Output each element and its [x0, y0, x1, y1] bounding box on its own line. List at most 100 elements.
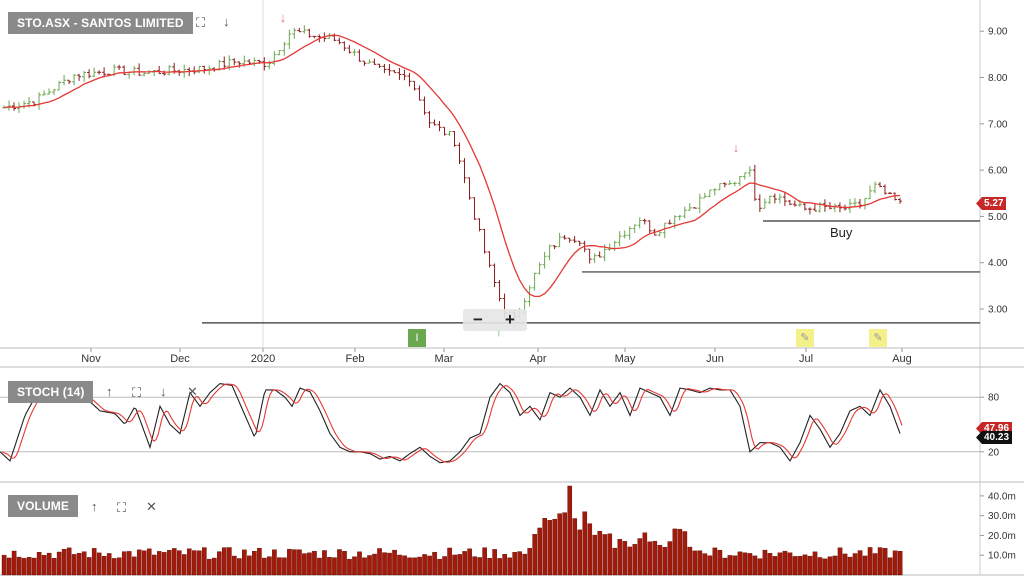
x-tick-label: May [615, 353, 636, 365]
volume-bar [166, 550, 172, 576]
fullscreen-icon[interactable]: ⛶ [196, 16, 205, 30]
volume-bar [497, 558, 502, 576]
zoom-in-button[interactable]: + [505, 310, 515, 330]
volume-bar [242, 549, 247, 576]
moving-average-line [3, 34, 901, 298]
volume-bar [91, 548, 97, 576]
volume-bar [892, 550, 898, 576]
fullscreen-icon[interactable]: ⛶ [117, 501, 126, 515]
volume-bar [96, 552, 102, 576]
volume-bar [382, 552, 387, 576]
volume-bar [797, 556, 803, 576]
volume-bar [41, 555, 47, 576]
volume-bar [337, 549, 342, 576]
volume-bar [737, 551, 743, 576]
note-marker-icon[interactable]: ✎ [869, 329, 887, 347]
volume-bar [447, 547, 452, 576]
volume-bar [852, 553, 858, 576]
volume-bar [267, 556, 272, 576]
volume-bar [71, 554, 77, 576]
volume-bar [171, 548, 177, 576]
volume-bar [857, 550, 863, 576]
volume-bar [752, 555, 758, 576]
price-bars [2, 25, 902, 318]
volume-bar [662, 546, 668, 576]
symbol-title-badge[interactable]: STO.ASX - SANTOS LIMITED [8, 12, 193, 34]
volume-bar [307, 552, 312, 576]
volume-bar [176, 550, 182, 576]
volume-bar [262, 557, 267, 576]
x-tick-label: Jun [706, 353, 724, 365]
volume-bar [687, 546, 693, 576]
volume-bar [106, 553, 112, 576]
volume-bar [217, 551, 222, 576]
event-marker[interactable]: I [408, 329, 426, 347]
volume-bar [727, 555, 733, 576]
arrow-down-icon[interactable]: ↓ [223, 15, 230, 29]
volume-bar [652, 541, 658, 576]
volume-bar [572, 518, 578, 576]
volume-bar [642, 532, 648, 576]
y-tick-label: 20 [988, 447, 1000, 458]
y-tick-label: 3.00 [988, 305, 1008, 316]
volume-bar [612, 547, 618, 576]
y-tick-label: 30.0m [988, 511, 1016, 522]
volume-bar [136, 549, 142, 576]
volume-bar [21, 558, 27, 576]
y-tick-label: 6.00 [988, 166, 1008, 177]
volume-bar [397, 554, 402, 576]
fullscreen-icon[interactable]: ⛶ [132, 386, 141, 400]
volume-bar [782, 550, 788, 576]
zoom-out-button[interactable]: − [473, 310, 483, 330]
volume-bar [517, 551, 522, 576]
stoch-d-value-tag: 40.23 [976, 431, 1013, 444]
y-tick-label: 40.0m [988, 491, 1016, 502]
volume-bar [887, 557, 893, 576]
x-tick-label: Apr [529, 353, 546, 365]
volume-bar [427, 555, 432, 576]
volume-bar [717, 550, 723, 576]
volume-bar [457, 554, 462, 576]
close-icon[interactable]: ✕ [146, 500, 157, 514]
volume-bar [697, 550, 703, 576]
volume-title-badge[interactable]: VOLUME [8, 495, 78, 517]
volume-bar [156, 551, 162, 576]
volume-bar [16, 556, 22, 576]
volume-bar [121, 551, 127, 576]
volume-bar [116, 557, 122, 576]
volume-bar [292, 549, 297, 576]
volume-bar [707, 555, 713, 576]
volume-bar [862, 555, 868, 576]
volume-bar [587, 523, 593, 576]
volume-bar [207, 558, 212, 576]
volume-bar [877, 547, 883, 576]
volume-bar [327, 557, 332, 576]
volume-bar [442, 556, 447, 576]
stoch-title-badge[interactable]: STOCH (14) [8, 381, 94, 403]
note-marker-icon[interactable]: ✎ [796, 329, 814, 347]
volume-bar [472, 556, 477, 576]
volume-bar [657, 545, 663, 576]
arrow-down-icon[interactable]: ↓ [160, 385, 167, 399]
volume-bar [667, 541, 673, 576]
close-icon[interactable]: ✕ [187, 385, 198, 399]
x-tick-label: Dec [170, 353, 190, 365]
volume-bar [767, 553, 773, 576]
volume-bar [362, 557, 367, 576]
stock-chart[interactable]: 9.00 8.00 7.00 6.00 5.00 4.00 3.00 Nov Dec 2020 Fe… [0, 0, 1024, 579]
y-tick-label: 10.0m [988, 551, 1016, 562]
volume-bar [607, 533, 613, 576]
x-tick-label: Aug [892, 353, 912, 365]
volume-bar [467, 548, 472, 576]
volume-bar [1, 554, 7, 576]
volume-bar [847, 556, 853, 576]
volume-bar [882, 548, 888, 576]
volume-bar [282, 557, 287, 576]
volume-bar [302, 553, 307, 576]
x-tick-label: Jul [799, 353, 813, 365]
arrow-up-icon[interactable]: ↑ [91, 500, 98, 514]
volume-bar [352, 556, 357, 576]
volume-bar [562, 512, 568, 576]
arrow-up-icon[interactable]: ↑ [106, 385, 113, 399]
volume-bar [227, 547, 232, 576]
